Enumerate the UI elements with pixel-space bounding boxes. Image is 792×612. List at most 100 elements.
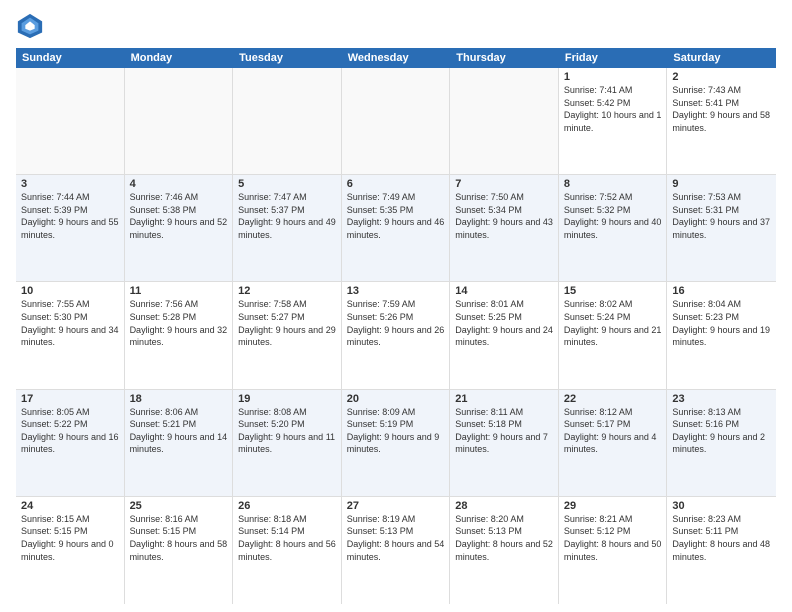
cell-info: Sunrise: 7:58 AM Sunset: 5:27 PM Dayligh… (238, 298, 336, 348)
header-day-thursday: Thursday (450, 48, 559, 68)
cal-cell (233, 68, 342, 174)
cell-info: Sunrise: 8:04 AM Sunset: 5:23 PM Dayligh… (672, 298, 771, 348)
cal-cell: 10Sunrise: 7:55 AM Sunset: 5:30 PM Dayli… (16, 282, 125, 388)
cal-cell (450, 68, 559, 174)
cell-info: Sunrise: 8:21 AM Sunset: 5:12 PM Dayligh… (564, 513, 662, 563)
day-number: 7 (455, 178, 553, 190)
cell-info: Sunrise: 7:49 AM Sunset: 5:35 PM Dayligh… (347, 191, 445, 241)
cell-info: Sunrise: 7:44 AM Sunset: 5:39 PM Dayligh… (21, 191, 119, 241)
day-number: 6 (347, 178, 445, 190)
cal-cell: 26Sunrise: 8:18 AM Sunset: 5:14 PM Dayli… (233, 497, 342, 604)
cell-info: Sunrise: 7:43 AM Sunset: 5:41 PM Dayligh… (672, 84, 771, 134)
day-number: 18 (130, 393, 228, 405)
cell-info: Sunrise: 7:52 AM Sunset: 5:32 PM Dayligh… (564, 191, 662, 241)
cal-cell: 6Sunrise: 7:49 AM Sunset: 5:35 PM Daylig… (342, 175, 451, 281)
calendar-header: SundayMondayTuesdayWednesdayThursdayFrid… (16, 48, 776, 68)
cal-cell: 5Sunrise: 7:47 AM Sunset: 5:37 PM Daylig… (233, 175, 342, 281)
day-number: 1 (564, 71, 662, 83)
cal-cell: 27Sunrise: 8:19 AM Sunset: 5:13 PM Dayli… (342, 497, 451, 604)
cell-info: Sunrise: 7:46 AM Sunset: 5:38 PM Dayligh… (130, 191, 228, 241)
cal-cell: 13Sunrise: 7:59 AM Sunset: 5:26 PM Dayli… (342, 282, 451, 388)
cell-info: Sunrise: 8:11 AM Sunset: 5:18 PM Dayligh… (455, 406, 553, 456)
cell-info: Sunrise: 8:15 AM Sunset: 5:15 PM Dayligh… (21, 513, 119, 563)
day-number: 26 (238, 500, 336, 512)
cal-row-5: 24Sunrise: 8:15 AM Sunset: 5:15 PM Dayli… (16, 497, 776, 604)
cal-cell: 1Sunrise: 7:41 AM Sunset: 5:42 PM Daylig… (559, 68, 668, 174)
cal-cell: 9Sunrise: 7:53 AM Sunset: 5:31 PM Daylig… (667, 175, 776, 281)
cell-info: Sunrise: 7:47 AM Sunset: 5:37 PM Dayligh… (238, 191, 336, 241)
cal-cell: 3Sunrise: 7:44 AM Sunset: 5:39 PM Daylig… (16, 175, 125, 281)
day-number: 15 (564, 285, 662, 297)
calendar: SundayMondayTuesdayWednesdayThursdayFrid… (16, 48, 776, 604)
header (16, 12, 776, 40)
day-number: 10 (21, 285, 119, 297)
header-day-saturday: Saturday (667, 48, 776, 68)
day-number: 28 (455, 500, 553, 512)
header-day-monday: Monday (125, 48, 234, 68)
calendar-body: 1Sunrise: 7:41 AM Sunset: 5:42 PM Daylig… (16, 68, 776, 604)
cal-cell: 25Sunrise: 8:16 AM Sunset: 5:15 PM Dayli… (125, 497, 234, 604)
cal-row-3: 10Sunrise: 7:55 AM Sunset: 5:30 PM Dayli… (16, 282, 776, 389)
cal-cell: 12Sunrise: 7:58 AM Sunset: 5:27 PM Dayli… (233, 282, 342, 388)
cell-info: Sunrise: 8:05 AM Sunset: 5:22 PM Dayligh… (21, 406, 119, 456)
cell-info: Sunrise: 8:13 AM Sunset: 5:16 PM Dayligh… (672, 406, 771, 456)
cal-cell: 8Sunrise: 7:52 AM Sunset: 5:32 PM Daylig… (559, 175, 668, 281)
cell-info: Sunrise: 8:02 AM Sunset: 5:24 PM Dayligh… (564, 298, 662, 348)
cell-info: Sunrise: 7:59 AM Sunset: 5:26 PM Dayligh… (347, 298, 445, 348)
logo-icon (16, 12, 44, 40)
cal-cell: 20Sunrise: 8:09 AM Sunset: 5:19 PM Dayli… (342, 390, 451, 496)
day-number: 14 (455, 285, 553, 297)
cell-info: Sunrise: 8:01 AM Sunset: 5:25 PM Dayligh… (455, 298, 553, 348)
cal-cell: 22Sunrise: 8:12 AM Sunset: 5:17 PM Dayli… (559, 390, 668, 496)
cell-info: Sunrise: 7:53 AM Sunset: 5:31 PM Dayligh… (672, 191, 771, 241)
day-number: 5 (238, 178, 336, 190)
day-number: 24 (21, 500, 119, 512)
logo (16, 12, 48, 40)
cal-cell: 18Sunrise: 8:06 AM Sunset: 5:21 PM Dayli… (125, 390, 234, 496)
cal-cell: 4Sunrise: 7:46 AM Sunset: 5:38 PM Daylig… (125, 175, 234, 281)
cal-cell: 23Sunrise: 8:13 AM Sunset: 5:16 PM Dayli… (667, 390, 776, 496)
cal-cell: 29Sunrise: 8:21 AM Sunset: 5:12 PM Dayli… (559, 497, 668, 604)
cal-cell (16, 68, 125, 174)
cal-cell: 7Sunrise: 7:50 AM Sunset: 5:34 PM Daylig… (450, 175, 559, 281)
day-number: 22 (564, 393, 662, 405)
cal-cell: 28Sunrise: 8:20 AM Sunset: 5:13 PM Dayli… (450, 497, 559, 604)
cal-cell: 21Sunrise: 8:11 AM Sunset: 5:18 PM Dayli… (450, 390, 559, 496)
header-day-sunday: Sunday (16, 48, 125, 68)
cal-row-1: 1Sunrise: 7:41 AM Sunset: 5:42 PM Daylig… (16, 68, 776, 175)
cell-info: Sunrise: 8:09 AM Sunset: 5:19 PM Dayligh… (347, 406, 445, 456)
day-number: 30 (672, 500, 771, 512)
day-number: 3 (21, 178, 119, 190)
cal-cell: 15Sunrise: 8:02 AM Sunset: 5:24 PM Dayli… (559, 282, 668, 388)
day-number: 13 (347, 285, 445, 297)
day-number: 12 (238, 285, 336, 297)
cell-info: Sunrise: 8:23 AM Sunset: 5:11 PM Dayligh… (672, 513, 771, 563)
header-day-wednesday: Wednesday (342, 48, 451, 68)
cal-cell: 30Sunrise: 8:23 AM Sunset: 5:11 PM Dayli… (667, 497, 776, 604)
cell-info: Sunrise: 7:56 AM Sunset: 5:28 PM Dayligh… (130, 298, 228, 348)
header-day-tuesday: Tuesday (233, 48, 342, 68)
cal-row-2: 3Sunrise: 7:44 AM Sunset: 5:39 PM Daylig… (16, 175, 776, 282)
day-number: 16 (672, 285, 771, 297)
day-number: 27 (347, 500, 445, 512)
cell-info: Sunrise: 7:55 AM Sunset: 5:30 PM Dayligh… (21, 298, 119, 348)
cal-row-4: 17Sunrise: 8:05 AM Sunset: 5:22 PM Dayli… (16, 390, 776, 497)
cell-info: Sunrise: 8:18 AM Sunset: 5:14 PM Dayligh… (238, 513, 336, 563)
day-number: 23 (672, 393, 771, 405)
cal-cell: 2Sunrise: 7:43 AM Sunset: 5:41 PM Daylig… (667, 68, 776, 174)
day-number: 11 (130, 285, 228, 297)
cal-cell: 11Sunrise: 7:56 AM Sunset: 5:28 PM Dayli… (125, 282, 234, 388)
cal-cell: 19Sunrise: 8:08 AM Sunset: 5:20 PM Dayli… (233, 390, 342, 496)
cal-cell (125, 68, 234, 174)
cell-info: Sunrise: 8:19 AM Sunset: 5:13 PM Dayligh… (347, 513, 445, 563)
cell-info: Sunrise: 7:41 AM Sunset: 5:42 PM Dayligh… (564, 84, 662, 134)
cal-cell (342, 68, 451, 174)
day-number: 29 (564, 500, 662, 512)
cell-info: Sunrise: 8:16 AM Sunset: 5:15 PM Dayligh… (130, 513, 228, 563)
day-number: 9 (672, 178, 771, 190)
header-day-friday: Friday (559, 48, 668, 68)
cell-info: Sunrise: 8:08 AM Sunset: 5:20 PM Dayligh… (238, 406, 336, 456)
cal-cell: 14Sunrise: 8:01 AM Sunset: 5:25 PM Dayli… (450, 282, 559, 388)
cal-cell: 17Sunrise: 8:05 AM Sunset: 5:22 PM Dayli… (16, 390, 125, 496)
day-number: 19 (238, 393, 336, 405)
